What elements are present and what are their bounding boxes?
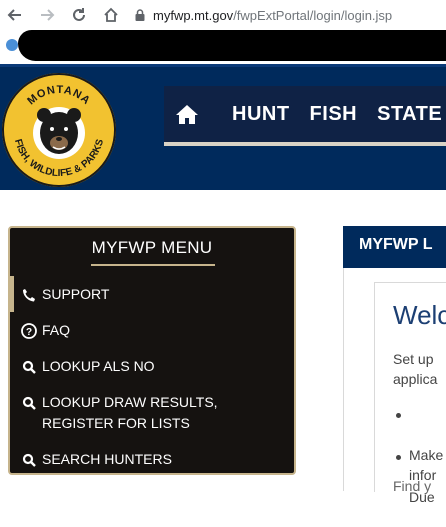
nav-state[interactable]: STATE xyxy=(377,103,442,126)
menu-item-label: FAQ xyxy=(42,322,71,338)
menu-item-label: SEARCH HUNTERS xyxy=(42,451,172,467)
menu-item-label: LOOKUP ALS NO xyxy=(42,358,155,374)
lock-icon xyxy=(135,9,145,21)
panel-header-title: MYFWP L xyxy=(359,236,433,253)
bear-icon xyxy=(33,107,85,159)
bullet-dot xyxy=(396,455,401,460)
welcome-heading: Welc xyxy=(393,300,446,330)
home-icon xyxy=(104,7,118,22)
arrow-left-icon xyxy=(7,9,21,21)
search-icon xyxy=(20,358,38,376)
reload-icon xyxy=(73,8,85,21)
myfwp-menu: MYFWP MENU SUPPORT ? FAQ LOOKUP ALS NO L… xyxy=(8,226,296,475)
url-text: myfwp.mt.gov/fwpExtPortal/login/login.js… xyxy=(153,7,393,23)
search-icon xyxy=(20,394,38,412)
find-text: Find y xyxy=(393,478,432,494)
bookmark-icon[interactable] xyxy=(6,39,18,51)
fwp-logo[interactable]: MONTANA FISH, WILDLIFE & PARKS xyxy=(0,71,118,189)
phone-icon xyxy=(20,286,38,304)
menu-item-faq[interactable]: ? FAQ xyxy=(20,320,70,341)
bullet-dot xyxy=(396,413,401,418)
menu-item-lookup-draw[interactable]: LOOKUP DRAW RESULTS, REGISTER FOR LISTS xyxy=(20,392,218,434)
question-circle-icon: ? xyxy=(20,322,38,340)
search-icon xyxy=(20,451,38,469)
reload-button[interactable] xyxy=(68,4,90,26)
back-button[interactable] xyxy=(4,4,26,26)
arrow-right-icon xyxy=(41,9,55,21)
menu-item-support[interactable]: SUPPORT xyxy=(9,276,110,312)
menu-item-search-hunters[interactable]: SEARCH HUNTERS xyxy=(20,449,172,470)
nav-hunt[interactable]: HUNT xyxy=(232,103,290,126)
nav-home-button[interactable] xyxy=(168,95,206,133)
intro-text: Set up applica xyxy=(393,351,438,387)
redaction-bar xyxy=(18,30,446,61)
menu-item-label: LOOKUP DRAW RESULTS, REGISTER FOR LISTS xyxy=(42,394,218,431)
top-navigation: HUNT FISH STATE xyxy=(164,86,446,146)
home-button[interactable] xyxy=(100,4,122,26)
svg-text:?: ? xyxy=(26,327,32,338)
address-bar[interactable]: myfwp.mt.gov/fwpExtPortal/login/login.js… xyxy=(133,4,392,26)
forward-button[interactable] xyxy=(36,4,58,26)
menu-item-lookup-als[interactable]: LOOKUP ALS NO xyxy=(20,356,155,377)
browser-chrome: myfwp.mt.gov/fwpExtPortal/login/login.js… xyxy=(0,0,446,64)
home-icon xyxy=(176,105,198,124)
nav-fish[interactable]: FISH xyxy=(310,103,358,126)
menu-title-underline xyxy=(91,264,215,266)
menu-title: MYFWP MENU xyxy=(91,238,213,257)
menu-item-label: SUPPORT xyxy=(42,286,110,302)
